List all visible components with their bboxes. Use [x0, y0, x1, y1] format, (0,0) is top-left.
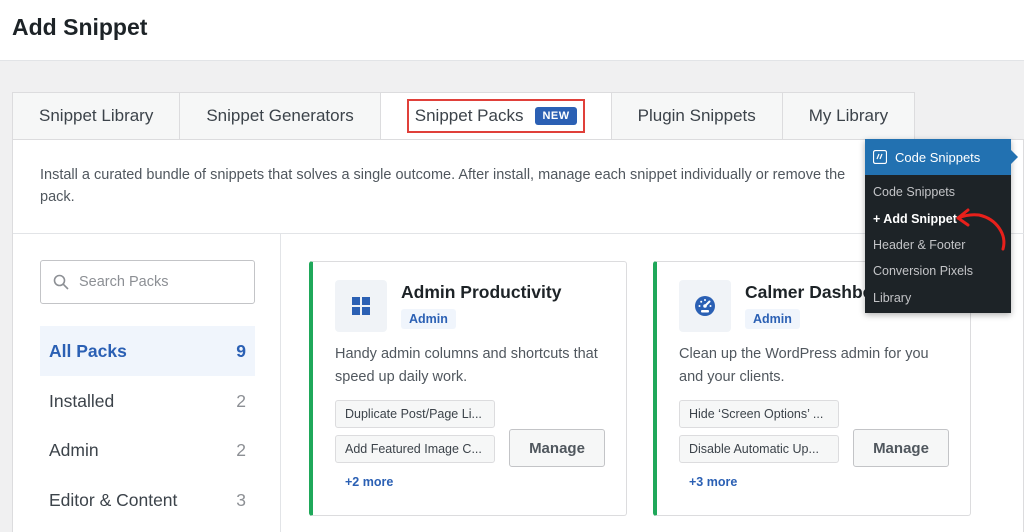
manage-button[interactable]: Manage — [853, 429, 949, 467]
category-count: 2 — [236, 390, 246, 411]
dashboard-gauge-icon — [679, 280, 731, 332]
category-all-packs[interactable]: All Packs 9 — [40, 326, 255, 376]
category-editor-content[interactable]: Editor & Content 3 — [40, 475, 255, 525]
submenu-item-code-snippets[interactable]: Code Snippets — [873, 185, 955, 199]
new-badge: NEW — [535, 107, 577, 125]
card-tag: Admin — [745, 309, 800, 329]
submenu-item-library[interactable]: Library — [873, 291, 911, 305]
tab-bar: Snippet Library Snippet Generators Snipp… — [12, 92, 916, 140]
tab-snippet-generators[interactable]: Snippet Generators — [179, 92, 380, 140]
category-label: Installed — [49, 390, 115, 411]
card-description: Handy admin columns and shortcuts that s… — [335, 346, 598, 385]
card-tag: Admin — [401, 309, 456, 329]
search-icon — [53, 274, 69, 290]
tab-plugin-snippets[interactable]: Plugin Snippets — [610, 92, 782, 140]
search-placeholder: Search Packs — [79, 274, 169, 290]
grid-icon — [335, 280, 387, 332]
category-sidebar: Search Packs All Packs 9 Installed 2 Adm… — [13, 234, 281, 532]
snippet-chip: Hide ‘Screen Options’ ... — [679, 400, 839, 428]
page-title: Add Snippet — [12, 14, 148, 40]
manage-button[interactable]: Manage — [509, 429, 605, 467]
panel-description: Install a curated bundle of snippets tha… — [40, 167, 846, 205]
snippet-chip: Duplicate Post/Page Li... — [335, 400, 495, 428]
category-admin[interactable]: Admin 2 — [40, 425, 255, 475]
snippet-chip: Add Featured Image C... — [335, 435, 495, 463]
submenu-item-conversion-pixels[interactable]: Conversion Pixels — [873, 264, 973, 278]
top-bar: Add Snippet — [0, 0, 1024, 61]
tab-label: Snippet Packs — [414, 106, 524, 125]
search-packs-input[interactable]: Search Packs — [40, 260, 255, 304]
snippet-chip: Disable Automatic Up... — [679, 435, 839, 463]
tab-my-library[interactable]: My Library — [781, 92, 916, 140]
category-count: 2 — [236, 439, 246, 460]
category-count: 9 — [236, 340, 246, 361]
card-title: Admin Productivity — [401, 282, 562, 302]
submenu-header[interactable]: Code Snippets — [865, 139, 1018, 175]
annotation-arrow-icon — [956, 208, 1006, 251]
category-installed[interactable]: Installed 2 — [40, 376, 255, 426]
card-description: Clean up the WordPress admin for you and… — [679, 346, 929, 385]
code-snippets-logo-icon — [873, 150, 887, 164]
category-label: Editor & Content — [49, 489, 178, 510]
tab-snippet-packs[interactable]: Snippet Packs NEW — [379, 92, 611, 140]
category-count: 3 — [236, 489, 246, 510]
pack-card-admin-productivity: Admin Productivity Admin Handy admin col… — [309, 261, 627, 516]
category-label: All Packs — [49, 340, 127, 361]
tab-highlight-box: Snippet Packs NEW — [406, 99, 585, 133]
submenu-item-add-snippet[interactable]: + Add Snippet — [873, 212, 957, 226]
tab-snippet-library[interactable]: Snippet Library — [12, 92, 180, 140]
submenu-header-label: Code Snippets — [895, 149, 981, 165]
category-label: Admin — [49, 439, 99, 460]
submenu-item-header-footer[interactable]: Header & Footer — [873, 238, 965, 252]
more-snippets-link[interactable]: +3 more — [689, 475, 737, 489]
more-snippets-link[interactable]: +2 more — [345, 475, 393, 489]
